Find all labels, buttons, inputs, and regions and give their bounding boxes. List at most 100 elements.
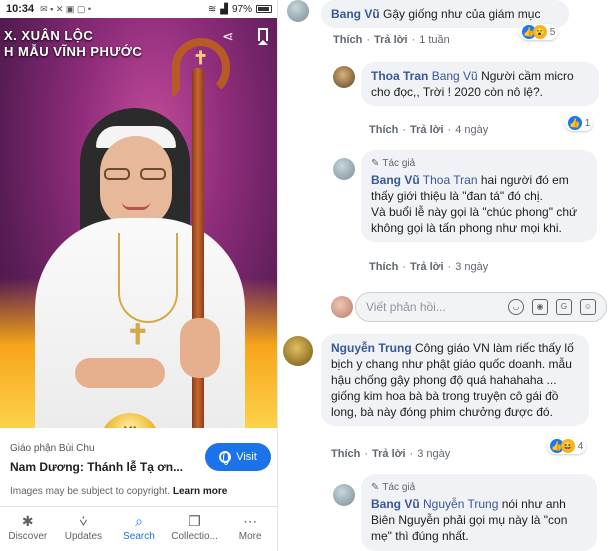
nav-label: Collectio... xyxy=(171,531,218,542)
author-badge: ✎ Tác giả xyxy=(371,480,587,496)
reply-input[interactable]: Viết phản hồi... ◡ ◉ G ☺ xyxy=(355,292,607,322)
comment-bubble: ✎ Tác giả Bang Vũ Thoa Tran hai người đó… xyxy=(361,150,597,242)
image-caption-line1: X. XUÂN LỘC xyxy=(4,28,94,43)
comment-bubble: Nguyễn Trung Công giáo VN làm riếc thấy … xyxy=(321,334,589,426)
updates-icon: ⩒ xyxy=(79,513,88,529)
comment-actions: Thích · Trả lời · 3 ngày xyxy=(369,261,489,273)
bottom-navigation: ✱ Discover ⩒ Updates ⌕ Search ❐ Collecti… xyxy=(0,506,277,551)
avatar[interactable] xyxy=(333,158,355,180)
more-icon: ⋯ xyxy=(243,513,258,529)
collections-icon: ❐ xyxy=(188,513,201,529)
copyright-notice: Images may be subject to copyright. Lear… xyxy=(10,486,227,497)
bookmark-icon[interactable] xyxy=(258,28,268,45)
comment-time[interactable]: 1 tuần xyxy=(419,34,450,46)
nav-more[interactable]: ⋯ More xyxy=(224,513,276,542)
crosier-cross-icon: ✝ xyxy=(193,48,209,68)
image-title[interactable]: Nam Dương: Thánh lễ Tạ ơn... xyxy=(10,460,183,474)
commenter-name[interactable]: Bang Vũ xyxy=(371,497,420,511)
comment-actions: Thích · Trả lời · 1 tuần xyxy=(333,34,450,46)
battery-icon xyxy=(256,5,272,13)
reaction-count[interactable]: 👍 😆 4 xyxy=(547,438,587,454)
battery-percent: 97% xyxy=(231,3,252,15)
comment-actions: Thích · Trả lời · 4 ngày xyxy=(369,124,489,136)
my-avatar[interactable] xyxy=(331,296,353,318)
visit-label: Visit xyxy=(236,451,257,463)
comment-text-2: Và buổi lễ này gọi là "chúc phong" chứ k… xyxy=(371,205,578,235)
comment-time[interactable]: 3 ngày xyxy=(417,448,450,460)
author-badge: ✎ Tác giả xyxy=(371,156,587,172)
screenshot-collage: 10:34 ✉ ▪ ✕ ▣ ▢ • ≋ ▟ 97% X. XUÂN LỘC H … xyxy=(0,0,611,551)
reaction-count[interactable]: 👍 😮 5 xyxy=(519,24,559,40)
nav-label: Updates xyxy=(64,531,103,542)
visit-button[interactable]: Visit xyxy=(205,443,271,471)
wifi-icon: ≋ xyxy=(207,3,217,15)
right-hand xyxy=(180,318,220,378)
image-source[interactable]: Giáo phận Bùi Chu xyxy=(10,443,95,454)
nav-discover[interactable]: ✱ Discover xyxy=(2,513,54,542)
nav-updates[interactable]: ⩒ Updates xyxy=(57,513,109,542)
avatar[interactable] xyxy=(333,484,355,506)
share-icon[interactable]: ⋖ xyxy=(222,28,234,45)
haha-reaction-icon: 😆 xyxy=(561,439,575,453)
wow-reaction-icon: 😮 xyxy=(533,25,547,39)
comment-thread: Bang Vũ Gậy giống như của giám mục 👍 😮 5 … xyxy=(281,0,611,551)
like-link[interactable]: Thích xyxy=(369,124,398,136)
nav-label: Discover xyxy=(8,531,48,542)
commenter-name[interactable]: Bang Vũ xyxy=(371,173,420,187)
commenter-name[interactable]: Bang Vũ xyxy=(331,7,380,21)
image-caption-line2: H MẪU VĨNH PHƯỚC xyxy=(4,44,143,59)
reply-link[interactable]: Trả lời xyxy=(410,261,444,273)
camera-icon[interactable]: ◉ xyxy=(532,299,548,315)
glasses xyxy=(104,168,168,180)
reply-link[interactable]: Trả lời xyxy=(372,448,406,460)
commenter-name[interactable]: Nguyễn Trung xyxy=(331,341,412,355)
like-link[interactable]: Thích xyxy=(369,261,398,273)
asterisk-icon: ✱ xyxy=(21,513,34,529)
like-link[interactable]: Thích xyxy=(333,34,362,46)
globe-icon xyxy=(219,451,232,465)
comment-time[interactable]: 3 ngày xyxy=(455,261,488,273)
mention-link[interactable]: Bang Vũ xyxy=(432,69,478,83)
nav-collections[interactable]: ❐ Collectio... xyxy=(169,513,221,542)
cross-chain xyxy=(118,233,178,323)
left-hand xyxy=(75,358,165,388)
like-link[interactable]: Thích xyxy=(331,448,360,460)
emoji-icon[interactable]: ◡ xyxy=(508,299,524,315)
copyright-text: Images may be subject to copyright. xyxy=(10,486,171,497)
avatar[interactable] xyxy=(287,0,309,22)
hero-image[interactable]: X. XUÂN LỘC H MẪU VĨNH PHƯỚC ✝ ✝ XI ⋖ xyxy=(0,18,277,428)
mouth xyxy=(122,202,150,210)
reply-link[interactable]: Trả lời xyxy=(374,34,408,46)
comment-bubble: ✎ Tác giả Bang Vũ Nguyễn Trung nói như a… xyxy=(361,474,597,551)
comment-bubble: Thoa Tran Bang Vũ Người cầm micro cho đọ… xyxy=(361,62,599,106)
status-bar: 10:34 ✉ ▪ ✕ ▣ ▢ • ≋ ▟ 97% xyxy=(0,0,277,18)
reply-tools: ◡ ◉ G ☺ xyxy=(508,299,596,315)
reaction-count[interactable]: 👍 1 xyxy=(565,115,594,131)
status-right: ≋ ▟ 97% xyxy=(208,4,272,15)
avatar[interactable] xyxy=(283,336,313,366)
phone-image-viewer: 10:34 ✉ ▪ ✕ ▣ ▢ • ≋ ▟ 97% X. XUÂN LỘC H … xyxy=(0,0,278,551)
mention-link[interactable]: Thoa Tran xyxy=(423,173,478,187)
reply-placeholder: Viết phản hồi... xyxy=(366,300,446,314)
mention-link[interactable]: Nguyễn Trung xyxy=(423,497,498,511)
learn-more-link[interactable]: Learn more xyxy=(173,486,227,497)
avatar[interactable] xyxy=(333,66,355,88)
status-time: 10:34 xyxy=(6,3,35,15)
reply-link[interactable]: Trả lời xyxy=(410,124,444,136)
search-icon: ⌕ xyxy=(135,513,143,529)
signal-icon: ▟ xyxy=(220,3,228,15)
nav-search[interactable]: ⌕ Search xyxy=(113,513,165,542)
sticker-icon[interactable]: ☺ xyxy=(580,299,596,315)
commenter-name[interactable]: Thoa Tran xyxy=(371,69,428,83)
comment-actions: Thích · Trả lời · 3 ngày xyxy=(331,448,451,460)
pencil-icon: ✎ xyxy=(371,482,380,493)
nav-label: More xyxy=(238,531,262,542)
comment-time[interactable]: 4 ngày xyxy=(455,124,488,136)
nav-label: Search xyxy=(123,531,155,542)
gif-icon[interactable]: G xyxy=(556,299,572,315)
notification-icons: ✉ ▪ ✕ ▣ ▢ • xyxy=(40,3,92,14)
comment-text: Gậy giống như của giám mục xyxy=(383,7,541,21)
face xyxy=(100,136,172,228)
like-reaction-icon: 👍 xyxy=(568,116,582,130)
cross-pendant-icon: ✝ xyxy=(126,319,150,350)
